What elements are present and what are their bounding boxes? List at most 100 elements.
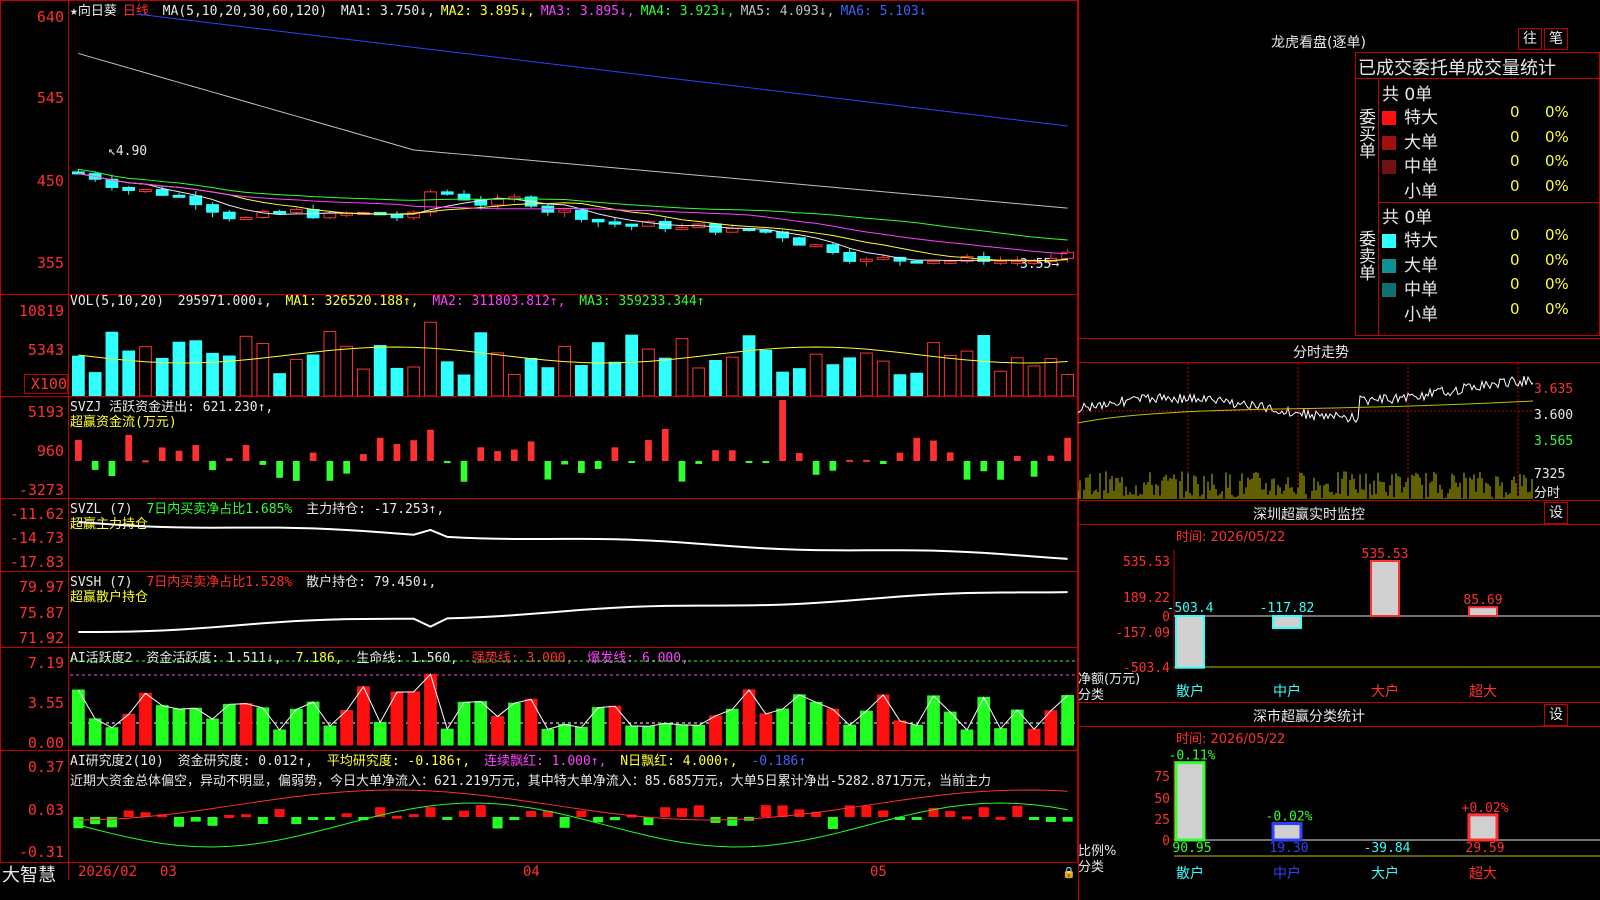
- ai1-ytick: 0.00: [27, 734, 64, 752]
- svzl-ytick: -11.62: [9, 505, 64, 523]
- volume-bar: [474, 332, 488, 396]
- flow-bar: [276, 461, 283, 478]
- candlestick-chart[interactable]: [70, 14, 1076, 294]
- lock-icon[interactable]: 🔒: [1062, 866, 1076, 879]
- volume-bar: [1027, 365, 1041, 396]
- class-ytick: 50: [1154, 792, 1170, 807]
- activity-bar: [541, 728, 555, 746]
- candle-body: [575, 209, 588, 220]
- buy-row-count: 0: [1510, 103, 1520, 121]
- candle-body: [843, 251, 857, 262]
- activity-bar: [876, 694, 890, 746]
- class-divider: [1078, 726, 1600, 727]
- class-bar-chart[interactable]: 75 50 25 0 -0.11% 90.95 散户 -0.02% 19.30 中户 -39.84 大…: [1078, 744, 1600, 900]
- svzl-ytick: -17.83: [9, 553, 64, 571]
- bi-button[interactable]: 笔: [1544, 28, 1568, 50]
- wang-button[interactable]: 往: [1518, 28, 1542, 50]
- buy-row-count: 0: [1510, 176, 1520, 195]
- vol-ytick: 5343: [27, 341, 64, 359]
- svzl-line: [78, 521, 1068, 560]
- flow-bar: [125, 434, 133, 461]
- volume-bar: [222, 355, 236, 396]
- intraday-chart[interactable]: [1078, 363, 1533, 499]
- research-bar: [559, 817, 570, 828]
- activity-bar: [239, 703, 253, 746]
- candle-body: [558, 209, 571, 213]
- research-bar: [1062, 817, 1073, 822]
- flow-bar: [795, 453, 803, 461]
- activity-bar: [625, 725, 639, 746]
- activity-bar: [440, 728, 454, 746]
- research-bar: [341, 813, 352, 817]
- ai-research-header: AI研究度2(10) 资金研究度: 0.012↑, 平均研究度: -0.186↑…: [70, 754, 807, 769]
- volume-bar: [1010, 357, 1024, 396]
- research-bar: [391, 815, 402, 819]
- research-bar: [73, 817, 84, 829]
- research-bar: [727, 817, 738, 826]
- volume-bar: [155, 357, 169, 396]
- candle-body: [910, 260, 924, 264]
- research-bar: [308, 817, 319, 820]
- brand-label[interactable]: 大智慧: [2, 861, 56, 887]
- flow-bar: [75, 439, 82, 461]
- volume-bar: [1061, 374, 1074, 396]
- sell-row: 特大 0 0%: [1382, 226, 1569, 251]
- activity-bar: [72, 689, 85, 746]
- research-green-line: [78, 802, 1068, 848]
- research-bar: [274, 809, 285, 817]
- buy-row-pct: 0%: [1545, 127, 1569, 146]
- candle-body: [239, 217, 253, 221]
- flow-bar: [963, 461, 971, 480]
- svsh-line: [78, 591, 1068, 633]
- research-bar: [1045, 817, 1056, 822]
- sell-row-count: 0: [1510, 299, 1520, 318]
- volume-bar: [541, 367, 555, 396]
- sell-row-pct: 0%: [1545, 299, 1569, 318]
- research-bar: [257, 817, 268, 824]
- volume-bar: [390, 367, 404, 396]
- left-axis-divider: [68, 0, 69, 880]
- volume-bar: [524, 357, 538, 396]
- monitor-bar: [1272, 615, 1302, 630]
- candle-body: [139, 189, 152, 193]
- flow-bar: [762, 461, 770, 463]
- research-bar: [291, 817, 302, 825]
- research-bar: [425, 807, 436, 817]
- research-bar: [408, 814, 419, 818]
- flow-bar: [108, 461, 116, 477]
- activity-bar: [860, 710, 873, 746]
- class-bar-top-label: -0.02%: [1266, 810, 1313, 825]
- class-bar: [1467, 813, 1499, 842]
- color-swatch: [1382, 258, 1396, 273]
- flow-bar: [812, 461, 820, 475]
- research-bar: [911, 817, 922, 820]
- main-ytick: 450: [36, 172, 64, 190]
- monitor-ytick: -503.4: [1123, 661, 1170, 676]
- stat-title-divider: [1355, 78, 1600, 79]
- volume-bar: [642, 348, 655, 396]
- activity-bar: [122, 713, 136, 746]
- volume-bar: [122, 350, 136, 396]
- sell-total: 共 0单: [1382, 208, 1433, 228]
- volume-bar: [1044, 357, 1058, 396]
- monitor-bar-chart[interactable]: 535.53189.220-157.09-503.4-503.4散户-117.8…: [1078, 540, 1600, 700]
- svzj-ytick: 5193: [27, 403, 64, 421]
- class-bar: [1271, 822, 1303, 842]
- volume-bar: [457, 374, 471, 396]
- color-swatch: [1382, 111, 1396, 125]
- vol-unit-button[interactable]: X100: [24, 374, 68, 394]
- buy-row-name: 特大: [1404, 108, 1438, 128]
- activity-bar: [826, 708, 840, 746]
- buy-row: 大单 0 0%: [1382, 128, 1569, 153]
- flow-bar: [460, 461, 468, 482]
- research-bar: [458, 810, 470, 817]
- flow-bar: [91, 461, 99, 470]
- monitor-divider: [1078, 524, 1600, 525]
- research-bar: [878, 810, 889, 817]
- activity-bar: [642, 725, 655, 746]
- svsh-ytick: 79.97: [18, 578, 64, 596]
- volume-bar: [72, 355, 85, 396]
- monitor-settings-button[interactable]: 设: [1544, 502, 1568, 524]
- volume-bar: [625, 334, 639, 396]
- class-settings-button[interactable]: 设: [1544, 704, 1568, 726]
